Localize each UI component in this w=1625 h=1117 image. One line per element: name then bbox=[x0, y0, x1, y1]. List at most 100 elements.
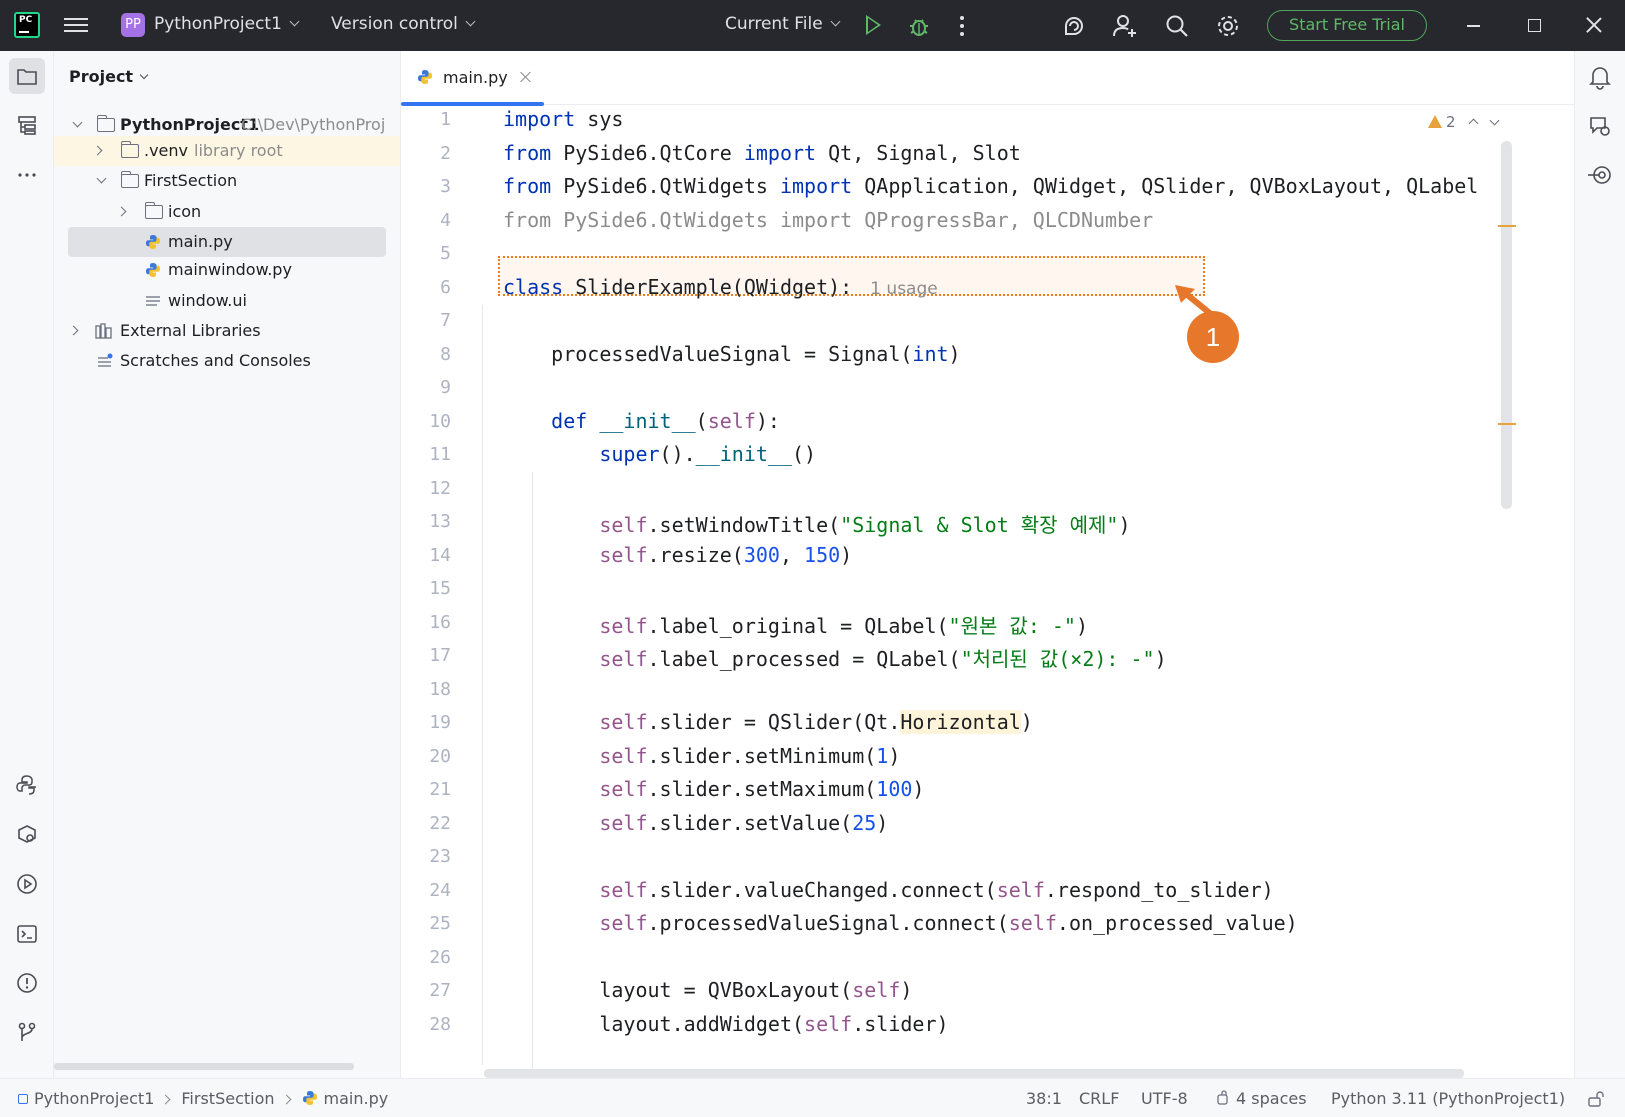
python-file-icon bbox=[146, 235, 160, 249]
breadcrumb-item[interactable]: main.py bbox=[324, 1089, 389, 1108]
code-line-4: from PySide6.QtWidgets import QProgressB… bbox=[503, 208, 1154, 232]
tree-item-scratches[interactable]: Scratches and Consoles bbox=[54, 346, 400, 376]
pycharm-logo-icon: PC bbox=[14, 12, 40, 38]
python-interpreter[interactable]: Python 3.11 (PythonProject1) bbox=[1331, 1089, 1565, 1108]
terminal-tool-button[interactable] bbox=[9, 916, 45, 952]
endpoints-icon[interactable] bbox=[1587, 162, 1613, 188]
run-icon[interactable] bbox=[866, 15, 881, 35]
line-separator[interactable]: CRLF bbox=[1079, 1089, 1119, 1108]
tree-item-window-ui[interactable]: window.ui bbox=[54, 286, 400, 316]
code-line-20: self.slider.setMinimum(1) bbox=[599, 744, 901, 768]
code-line-10: def __init__(self): bbox=[551, 409, 780, 433]
usage-hint[interactable]: 1 usage bbox=[870, 279, 938, 299]
line-number: 8 bbox=[440, 344, 451, 365]
python-console-icon bbox=[16, 775, 36, 795]
run-configuration-selector[interactable]: Current File bbox=[725, 14, 841, 34]
tree-item-main-py[interactable]: main.py bbox=[68, 227, 386, 257]
code-area[interactable]: 1 2 3 4 5 6 7 8 9 10 11 12 13 14 15 16 1… bbox=[401, 105, 1574, 1078]
project-icon bbox=[18, 1094, 28, 1104]
problems-tool-button[interactable] bbox=[9, 965, 45, 1001]
line-number: 9 bbox=[440, 377, 451, 398]
ai-assistant-icon[interactable] bbox=[1061, 13, 1087, 39]
run-tool-button[interactable] bbox=[9, 866, 45, 902]
chevron-right-icon bbox=[116, 206, 127, 217]
project-tool-button[interactable] bbox=[9, 58, 45, 94]
next-highlight-icon[interactable] bbox=[1489, 115, 1499, 126]
project-selector[interactable]: PythonProject1 bbox=[154, 14, 300, 34]
line-number: 24 bbox=[429, 880, 451, 901]
tab-main-py[interactable]: main.py bbox=[401, 51, 544, 106]
chevron-right-icon bbox=[281, 1094, 291, 1105]
warning-stripe-marker[interactable] bbox=[1498, 423, 1516, 425]
more-icon bbox=[18, 173, 36, 177]
start-free-trial-button[interactable]: Start Free Trial bbox=[1267, 10, 1427, 41]
code-line-24: self.slider.valueChanged.connect(self.re… bbox=[599, 878, 1274, 902]
folder-icon bbox=[120, 141, 139, 158]
editor: main.py 1 2 3 4 5 6 7 8 9 10 11 12 13 14… bbox=[401, 51, 1574, 1078]
chevron-down-icon bbox=[465, 16, 476, 27]
version-control-menu[interactable]: Version control bbox=[331, 14, 476, 34]
line-number: 3 bbox=[440, 176, 451, 197]
file-encoding[interactable]: UTF-8 bbox=[1141, 1089, 1188, 1108]
line-number: 20 bbox=[429, 746, 451, 767]
notifications-icon[interactable] bbox=[1587, 64, 1613, 90]
tree-item-mainwindow-py[interactable]: mainwindow.py bbox=[54, 255, 400, 285]
python-packages-button[interactable] bbox=[9, 767, 45, 803]
project-panel-header[interactable]: Project bbox=[69, 67, 149, 86]
structure-icon bbox=[18, 116, 36, 135]
tree-item-firstsection[interactable]: FirstSection bbox=[54, 166, 400, 196]
code-line-14: self.resize(300, 150) bbox=[599, 543, 853, 567]
debug-icon[interactable] bbox=[907, 14, 931, 38]
indent-setting[interactable]: 4 spaces bbox=[1216, 1089, 1307, 1108]
tree-item-label: window.ui bbox=[168, 291, 247, 310]
line-number: 13 bbox=[429, 511, 451, 532]
vertical-scrollbar[interactable] bbox=[1501, 141, 1512, 509]
python-file-icon bbox=[146, 263, 160, 277]
line-number: 6 bbox=[440, 277, 451, 298]
breadcrumb-item[interactable]: PythonProject1 bbox=[34, 1089, 154, 1108]
maximize-icon[interactable] bbox=[1528, 19, 1541, 32]
horizontal-scrollbar[interactable] bbox=[54, 1063, 354, 1070]
line-number: 27 bbox=[429, 980, 451, 1001]
main-menu-button[interactable] bbox=[64, 14, 88, 36]
more-tools-button[interactable] bbox=[9, 157, 45, 193]
minimize-icon[interactable] bbox=[1467, 25, 1480, 27]
library-icon bbox=[95, 323, 112, 339]
close-tab-icon[interactable] bbox=[520, 71, 532, 83]
git-tool-button[interactable] bbox=[9, 1014, 45, 1050]
chevron-down-icon bbox=[96, 173, 107, 184]
warning-count: 2 bbox=[1446, 113, 1456, 131]
caret-position[interactable]: 38:1 bbox=[1026, 1089, 1062, 1108]
code-line-22: self.slider.setValue(25) bbox=[599, 811, 889, 835]
breadcrumb: PythonProject1 FirstSection main.py bbox=[18, 1089, 388, 1108]
tree-item-venv[interactable]: .venv library root bbox=[54, 136, 400, 166]
search-icon[interactable] bbox=[1164, 13, 1190, 39]
settings-icon[interactable] bbox=[1215, 13, 1241, 39]
services-tool-button[interactable] bbox=[9, 817, 45, 853]
chevron-down-icon bbox=[72, 117, 83, 128]
tree-item-icon-folder[interactable]: icon bbox=[54, 197, 400, 227]
horizontal-scrollbar[interactable] bbox=[484, 1069, 1464, 1078]
inspection-widget[interactable]: 2 bbox=[1428, 113, 1499, 131]
tree-item-external-libraries[interactable]: External Libraries bbox=[54, 316, 400, 346]
close-icon[interactable] bbox=[1586, 17, 1602, 33]
line-number: 11 bbox=[429, 444, 451, 465]
breadcrumb-item[interactable]: FirstSection bbox=[181, 1089, 274, 1108]
code-line-6: class SliderExample(QWidget): 1 usage bbox=[503, 275, 938, 299]
chevron-right-icon bbox=[160, 1094, 171, 1105]
more-icon[interactable] bbox=[959, 14, 965, 38]
project-name: PythonProject1 bbox=[154, 14, 282, 34]
unlock-icon[interactable] bbox=[1587, 1090, 1605, 1108]
code-line-19: self.slider = QSlider(Qt.Horizontal) bbox=[599, 710, 1033, 734]
structure-tool-button[interactable] bbox=[9, 107, 45, 143]
project-badge[interactable]: PP bbox=[121, 13, 145, 37]
code-line-21: self.slider.setMaximum(100) bbox=[599, 777, 925, 801]
warning-stripe-marker[interactable] bbox=[1498, 225, 1516, 227]
tree-item-label: main.py bbox=[168, 232, 233, 251]
project-panel: Project PythonProject1 C:\Dev\PythonProj… bbox=[54, 51, 401, 1078]
ai-chat-icon[interactable] bbox=[1587, 113, 1613, 139]
add-user-icon[interactable] bbox=[1112, 13, 1138, 39]
previous-highlight-icon[interactable] bbox=[1468, 118, 1478, 129]
line-number: 12 bbox=[429, 478, 451, 499]
line-number: 7 bbox=[440, 310, 451, 331]
